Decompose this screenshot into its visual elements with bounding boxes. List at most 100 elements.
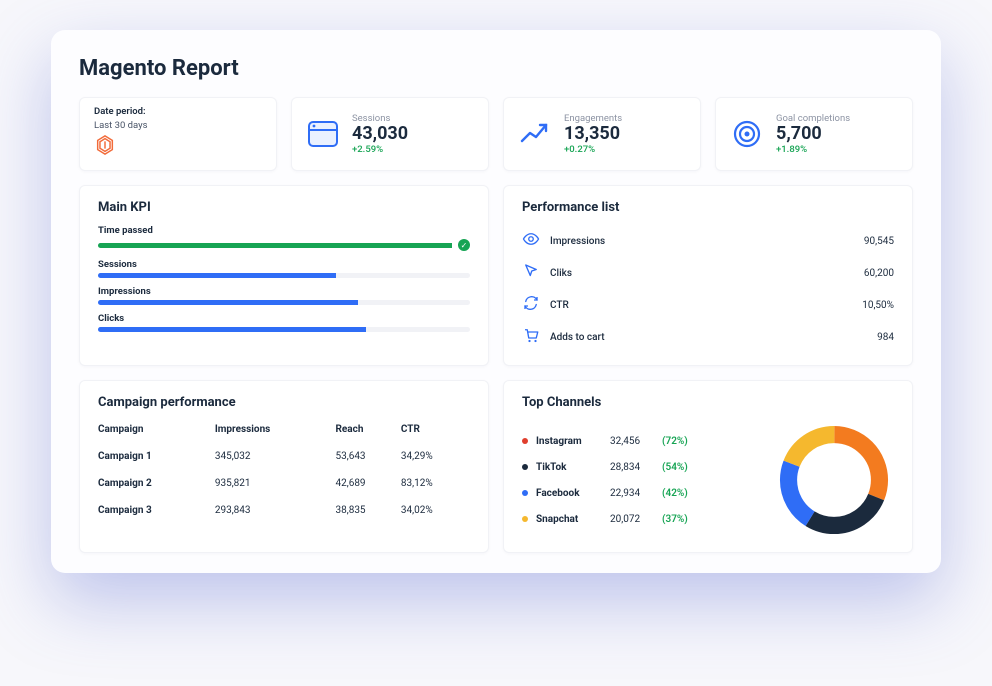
perf-list: Impressions90,545Cliks60,200CTR10,50%Add…: [522, 225, 894, 353]
table-cell: 34,29%: [401, 443, 470, 470]
table-cell: 345,032: [215, 443, 336, 470]
refresh-icon: [522, 294, 540, 316]
eye-icon: [522, 230, 540, 252]
top-channels-panel: Top Channels Instagram32,456(72%)TikTok2…: [503, 380, 913, 553]
perf-name: Impressions: [550, 236, 864, 247]
date-period-value: Last 30 days: [94, 120, 148, 131]
channel-row: Instagram32,456(72%): [522, 428, 762, 454]
campaign-table: Campaign Impressions Reach CTR Campaign …: [98, 420, 470, 524]
perf-name: Cliks: [550, 268, 864, 279]
th-impressions: Impressions: [215, 420, 336, 443]
browser-icon: [306, 117, 340, 151]
th-campaign: Campaign: [98, 420, 215, 443]
channel-row: Facebook22,934(42%): [522, 480, 762, 506]
channel-name: Snapchat: [536, 514, 610, 525]
bar-fill: [98, 327, 366, 332]
table-cell: 42,689: [335, 470, 400, 497]
main-kpi-panel: Main KPI Time passed ✓ Sessions Impressions…: [79, 185, 489, 366]
kpi-delta: +1.89%: [776, 144, 850, 155]
bar-label: Clicks: [98, 313, 470, 324]
th-reach: Reach: [335, 420, 400, 443]
bar-track: [98, 273, 470, 278]
channel-dot-icon: [522, 438, 528, 444]
perf-row: Adds to cart984: [522, 321, 894, 353]
kpi-bar-row: Time passed ✓: [98, 225, 470, 251]
perf-row: CTR10,50%: [522, 289, 894, 321]
panel-title: Performance list: [522, 200, 894, 215]
donut-chart: [774, 420, 894, 540]
perf-value: 60,200: [864, 268, 894, 279]
kpi-value: 13,350: [564, 125, 622, 144]
channel-name: TikTok: [536, 462, 610, 473]
channel-pct: (42%): [662, 488, 688, 499]
channel-value: 28,834: [610, 462, 662, 473]
kpi-bar-row: Sessions: [98, 259, 470, 278]
perf-value: 10,50%: [862, 300, 894, 311]
panel-title: Main KPI: [98, 200, 470, 215]
date-period-card: Date period: Last 30 days: [79, 97, 277, 171]
channel-pct: (37%): [662, 514, 688, 525]
channel-value: 22,934: [610, 488, 662, 499]
table-row: Campaign 1345,03253,64334,29%: [98, 443, 470, 470]
magento-icon: [94, 134, 116, 156]
bar-track: [98, 300, 470, 305]
kpi-bar-row: Clicks: [98, 313, 470, 332]
channel-name: Facebook: [536, 488, 610, 499]
kpi-delta: +0.27%: [564, 144, 622, 155]
kpi-value: 43,030: [352, 125, 408, 144]
table-cell: Campaign 2: [98, 470, 215, 497]
table-row: Campaign 2935,82142,68983,12%: [98, 470, 470, 497]
table-cell: 34,02%: [401, 497, 470, 524]
table-cell: Campaign 3: [98, 497, 215, 524]
bar-track: [98, 243, 452, 248]
channel-dot-icon: [522, 490, 528, 496]
table-cell: 935,821: [215, 470, 336, 497]
campaign-performance-panel: Campaign performance Campaign Impression…: [79, 380, 489, 553]
kpi-delta: +2.59%: [352, 144, 408, 155]
kpi-card-engagements: Engagements 13,350 +0.27%: [503, 97, 701, 171]
panel-title: Top Channels: [522, 395, 894, 410]
perf-value: 90,545: [864, 236, 894, 247]
th-ctr: CTR: [401, 420, 470, 443]
performance-list-panel: Performance list Impressions90,545Cliks6…: [503, 185, 913, 366]
perf-value: 984: [877, 332, 894, 343]
check-icon: ✓: [458, 239, 470, 251]
bar-fill: [98, 300, 358, 305]
trend-icon: [518, 117, 552, 151]
bar-list: Time passed ✓ Sessions Impressions Clicks: [98, 225, 470, 332]
donut-segment: [789, 435, 880, 526]
bar-label: Time passed: [98, 225, 470, 236]
perf-row: Impressions90,545: [522, 225, 894, 257]
channel-name: Instagram: [536, 436, 610, 447]
channel-dot-icon: [522, 516, 528, 522]
table-cell: Campaign 1: [98, 443, 215, 470]
channel-pct: (54%): [662, 462, 688, 473]
channel-pct: (72%): [662, 436, 688, 447]
bar-label: Impressions: [98, 286, 470, 297]
bar-fill: [98, 273, 336, 278]
table-cell: 83,12%: [401, 470, 470, 497]
report-page: Magento Report Date period: Last 30 days…: [51, 30, 941, 573]
perf-name: Adds to cart: [550, 332, 877, 343]
table-cell: 293,843: [215, 497, 336, 524]
page-title: Magento Report: [79, 56, 913, 81]
perf-row: Cliks60,200: [522, 257, 894, 289]
kpi-value: 5,700: [776, 125, 850, 144]
channel-list: Instagram32,456(72%)TikTok28,834(54%)Fac…: [522, 428, 762, 532]
kpi-card-goal: Goal completions 5,700 +1.89%: [715, 97, 913, 171]
channel-value: 20,072: [610, 514, 662, 525]
channel-row: TikTok28,834(54%): [522, 454, 762, 480]
kpi-bar-row: Impressions: [98, 286, 470, 305]
panel-title: Campaign performance: [98, 395, 470, 410]
kpi-card-sessions: Sessions 43,030 +2.59%: [291, 97, 489, 171]
channel-row: Snapchat20,072(37%): [522, 506, 762, 532]
channel-value: 32,456: [610, 436, 662, 447]
bar-label: Sessions: [98, 259, 470, 270]
content-grid: Main KPI Time passed ✓ Sessions Impressions…: [79, 185, 913, 553]
cart-icon: [522, 326, 540, 348]
table-row: Campaign 3293,84338,83534,02%: [98, 497, 470, 524]
date-period-label: Date period:: [94, 106, 146, 117]
perf-name: CTR: [550, 300, 862, 311]
cursor-icon: [522, 262, 540, 284]
table-cell: 38,835: [335, 497, 400, 524]
